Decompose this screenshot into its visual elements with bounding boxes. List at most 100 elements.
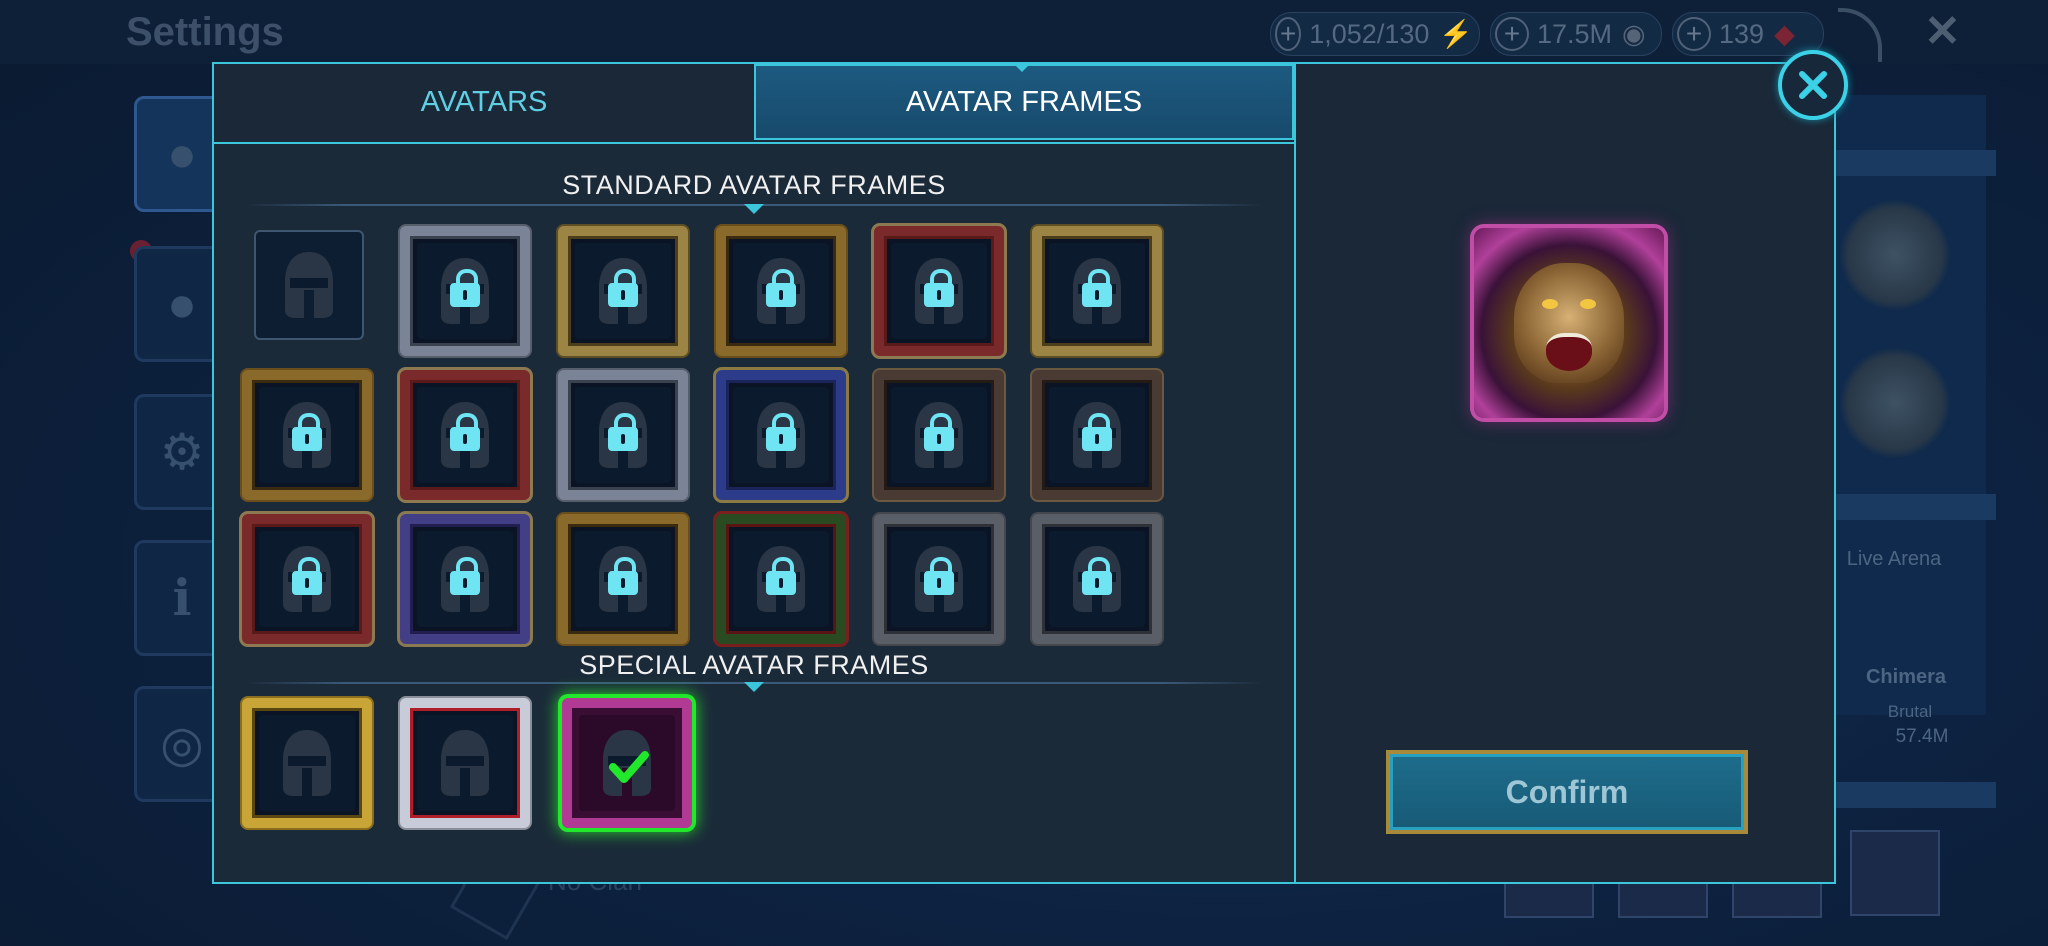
lock-icon <box>924 413 954 451</box>
standard-frames-heading: STANDARD AVATAR FRAMES <box>562 170 946 200</box>
globe-icon: ◎ <box>160 716 204 772</box>
active-tab-indicator <box>1012 62 1032 72</box>
helmet-icon <box>283 730 331 796</box>
gems-counter[interactable]: + 139 ◆ <box>1672 12 1824 56</box>
mouth <box>1546 333 1592 371</box>
helmet-icon <box>441 730 489 796</box>
frame-slot <box>259 531 355 627</box>
close-icon <box>1799 71 1827 99</box>
lock-icon <box>766 269 796 307</box>
silver-value: 17.5M <box>1537 18 1613 49</box>
lock-icon <box>924 269 954 307</box>
caret-icon <box>744 682 764 692</box>
standard-frame-1[interactable] <box>254 230 364 340</box>
standard-frame-3[interactable] <box>558 226 688 356</box>
standard-frame-16[interactable] <box>716 514 846 644</box>
special-frames-heading: SPECIAL AVATAR FRAMES <box>579 650 929 680</box>
tab-bar: AVATARS AVATAR FRAMES <box>214 64 1294 144</box>
rank-emblem-icon <box>1840 200 1950 310</box>
add-silver-icon[interactable]: + <box>1495 17 1529 51</box>
frame-slot <box>417 715 513 811</box>
user-icon: ● <box>166 276 198 332</box>
lock-icon <box>608 413 638 451</box>
special-frame-3[interactable] <box>562 698 692 828</box>
silver-counter[interactable]: + 17.5M ◉ <box>1490 12 1662 56</box>
standard-frame-18[interactable] <box>1032 514 1162 644</box>
energy-icon: ⚡ <box>1439 19 1473 49</box>
standard-frame-5[interactable] <box>874 226 1004 356</box>
frame-slot <box>417 387 513 483</box>
frame-slot <box>257 233 361 337</box>
standard-frame-8[interactable] <box>400 370 530 500</box>
tab-avatars[interactable]: AVATARS <box>214 64 754 140</box>
champion-name: Chimera <box>1865 666 1947 688</box>
tab-avatar-frames[interactable]: AVATAR FRAMES <box>754 64 1294 140</box>
ruby-icon: ◆ <box>1774 18 1795 49</box>
difficulty-label: Brutal <box>1887 702 1933 721</box>
frame-slot <box>1049 387 1145 483</box>
power-value: 57.4M <box>1895 726 1949 747</box>
eye <box>1580 299 1596 309</box>
standard-frame-9[interactable] <box>558 370 688 500</box>
panel-strip <box>1836 494 1996 520</box>
standard-frame-2[interactable] <box>400 226 530 356</box>
close-settings-icon[interactable]: ✕ <box>1924 6 1961 57</box>
standard-frame-4[interactable] <box>716 226 846 356</box>
lock-icon <box>1082 557 1112 595</box>
avatar-frames-dialog: AVATARS AVATAR FRAMES STANDARD AVATAR FR… <box>212 62 1836 884</box>
frame-slot <box>575 531 671 627</box>
helmet-icon <box>285 252 333 318</box>
frame-slot <box>891 531 987 627</box>
panel-strip <box>1836 782 1996 808</box>
confirm-button[interactable]: Confirm <box>1386 750 1748 834</box>
frame-slot <box>259 387 355 483</box>
checkmark-icon <box>609 751 649 783</box>
lock-icon <box>766 413 796 451</box>
lock-icon <box>450 413 480 451</box>
gear-icon: ⚙ <box>159 424 205 480</box>
frames-panel: AVATARS AVATAR FRAMES STANDARD AVATAR FR… <box>214 64 1296 882</box>
close-dialog-button[interactable] <box>1778 50 1848 120</box>
silver-coin-icon: ◉ <box>1622 18 1646 49</box>
standard-frame-14[interactable] <box>400 514 530 644</box>
lock-icon <box>608 269 638 307</box>
frame-slot <box>575 243 671 339</box>
standard-frame-11[interactable] <box>874 370 1004 500</box>
standard-frame-10[interactable] <box>716 370 846 500</box>
page-title: Settings <box>126 10 284 54</box>
selected-frame-preview <box>1474 228 1664 418</box>
info-icon: ℹ <box>172 570 192 626</box>
frame-slot <box>733 531 829 627</box>
lock-icon <box>450 557 480 595</box>
special-frame-1[interactable] <box>242 698 372 828</box>
frame-slot <box>259 715 355 811</box>
special-frame-2[interactable] <box>400 698 530 828</box>
standard-frame-15[interactable] <box>558 514 688 644</box>
frame-slot <box>417 531 513 627</box>
profile-icon: ● <box>166 126 198 182</box>
standard-frame-7[interactable] <box>242 370 372 500</box>
frame-slot <box>1049 243 1145 339</box>
chimera-portrait <box>1514 263 1624 383</box>
frame-slot <box>575 387 671 483</box>
frame-slot <box>891 243 987 339</box>
gems-value: 139 <box>1719 18 1765 49</box>
champion-portrait[interactable] <box>1850 830 1940 916</box>
lock-icon <box>292 413 322 451</box>
lock-icon <box>766 557 796 595</box>
frame-slot <box>733 243 829 339</box>
standard-frame-6[interactable] <box>1032 226 1162 356</box>
caret-icon <box>744 204 764 214</box>
standard-frame-17[interactable] <box>874 514 1004 644</box>
arena-emblem-icon <box>1840 348 1950 458</box>
energy-value: 1,052/130 <box>1309 18 1430 49</box>
lock-icon <box>1082 269 1112 307</box>
add-energy-icon[interactable]: + <box>1275 17 1302 51</box>
lock-icon <box>608 557 638 595</box>
lock-icon <box>450 269 480 307</box>
frame-slot <box>417 243 513 339</box>
energy-counter[interactable]: + 1,052/130 ⚡ <box>1270 12 1480 56</box>
standard-frame-13[interactable] <box>242 514 372 644</box>
add-gems-icon[interactable]: + <box>1677 17 1711 51</box>
standard-frame-12[interactable] <box>1032 370 1162 500</box>
